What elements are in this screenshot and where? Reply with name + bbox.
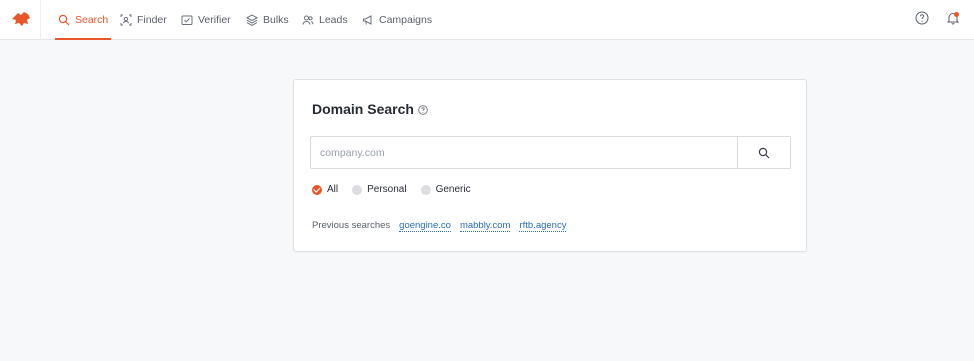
- question-icon[interactable]: [418, 105, 428, 115]
- search-icon: [758, 147, 770, 158]
- top-navigation-bar: Search Finder Verifier Bulks Leads Campa…: [0, 0, 974, 40]
- nav-item-leads[interactable]: Leads: [302, 0, 348, 40]
- help-icon[interactable]: [915, 11, 929, 25]
- card-title: Domain Search: [312, 101, 428, 117]
- domain-search-card: Domain Search All Personal Generic: [293, 79, 807, 252]
- filter-label: Personal: [367, 184, 407, 195]
- domain-search-input[interactable]: [311, 137, 737, 168]
- previous-search-link[interactable]: mabbly.com: [459, 220, 511, 232]
- nav-item-label: Verifier: [198, 14, 231, 26]
- nav-item-campaigns[interactable]: Campaigns: [362, 0, 432, 40]
- users-icon: [302, 15, 314, 25]
- verifier-icon: [181, 15, 193, 25]
- logo-divider: [40, 0, 41, 40]
- nav-item-label: Finder: [137, 14, 167, 26]
- megaphone-icon: [363, 15, 372, 25]
- filter-label: All: [327, 184, 339, 195]
- radio-icon: [352, 184, 363, 195]
- checked-radio-icon: [312, 184, 322, 195]
- search-icon: [58, 14, 70, 26]
- previous-searches-label: Previous searches: [312, 220, 391, 231]
- previous-searches: Previous searches goengine.co mabbly.com…: [312, 220, 567, 232]
- layers-icon: [246, 14, 258, 26]
- page-title: Domain Search: [312, 101, 414, 117]
- logo-icon[interactable]: [11, 10, 31, 28]
- nav-item-bulks[interactable]: Bulks: [246, 0, 289, 40]
- nav-item-label: Campaigns: [379, 14, 433, 26]
- nav-item-search[interactable]: Search: [54, 0, 112, 40]
- filter-personal-radio[interactable]: Personal: [352, 184, 407, 195]
- filter-all-radio[interactable]: All: [312, 184, 338, 195]
- domain-search-box: [310, 136, 791, 169]
- filter-generic-radio[interactable]: Generic: [420, 184, 471, 195]
- filter-label: Generic: [435, 184, 471, 195]
- nav-item-finder[interactable]: Finder: [120, 0, 167, 40]
- nav-item-verifier[interactable]: Verifier: [181, 0, 231, 40]
- previous-search-link[interactable]: goengine.co: [399, 220, 451, 232]
- nav-item-label: Search: [75, 14, 109, 26]
- notification-badge: [954, 12, 959, 17]
- nav-item-label: Bulks: [263, 14, 289, 26]
- search-button[interactable]: [737, 137, 790, 168]
- radio-icon: [420, 184, 431, 195]
- previous-search-link[interactable]: rftb.agency: [519, 220, 567, 232]
- email-type-filter: All Personal Generic: [312, 184, 471, 195]
- nav-item-label: Leads: [319, 14, 348, 26]
- finder-icon: [120, 14, 132, 26]
